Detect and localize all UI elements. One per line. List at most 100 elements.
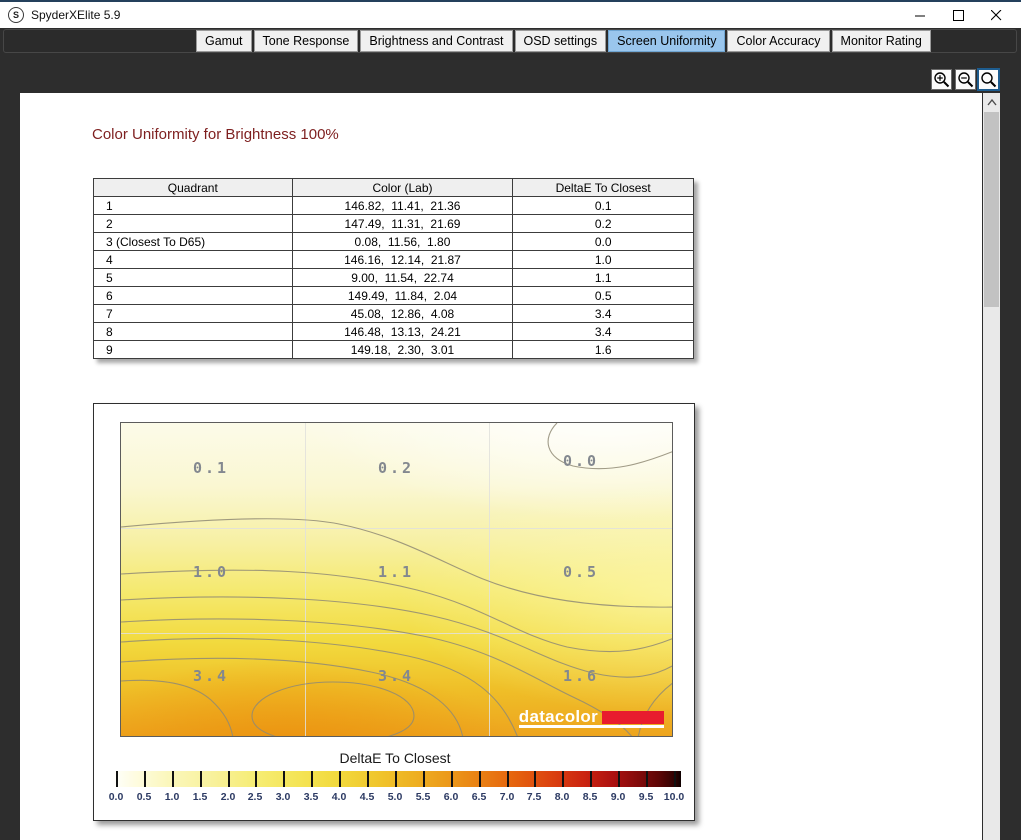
colorbar-tick-label: 4.0 [324,791,354,803]
tab-gamut[interactable]: Gamut [196,30,252,52]
cell-quadrant: 7 [94,305,293,323]
quadrant-value-label: 0.5 [559,563,603,581]
cell-quadrant: 9 [94,341,293,359]
colorbar-tick [395,771,397,787]
colorbar-tick [618,771,620,787]
colorbar-tick [562,771,564,787]
colorbar-tick-label: 5.0 [380,791,410,803]
cell-lab: 45.08, 12.86, 4.08 [292,305,513,323]
table-row: 6 149.49, 11.84, 2.04 0.5 [94,287,694,305]
colorbar-tick [200,771,202,787]
contour-plot: 0.1 0.2 0.0 1.0 1.1 0.5 3.4 3.4 1.6 data… [120,422,673,737]
colorbar-tick [255,771,257,787]
cell-quadrant: 6 [94,287,293,305]
colorbar-tick-label: 7.0 [492,791,522,803]
colorbar-tick-label: 0.5 [129,791,159,803]
colorbar-tick-label: 6.0 [436,791,466,803]
datacolor-logo-text: datacolor [519,709,598,724]
quadrant-value-label: 1.1 [374,563,418,581]
colorbar-tick [367,771,369,787]
cell-lab: 146.16, 12.14, 21.87 [292,251,513,269]
scrollbar-thumb[interactable] [984,112,999,307]
datacolor-logo: datacolor [519,709,664,728]
cell-delta: 3.4 [513,305,694,323]
colorbar-tick [590,771,592,787]
close-icon [991,10,1002,21]
cell-delta: 0.5 [513,287,694,305]
cell-lab: 146.48, 13.13, 24.21 [292,323,513,341]
colorbar-tick-label: 2.5 [240,791,270,803]
cell-delta: 1.6 [513,341,694,359]
cell-lab: 9.00, 11.54, 22.74 [292,269,513,287]
titlebar: S SpyderXElite 5.9 [0,0,1021,28]
app-logo-icon: S [8,7,24,23]
colorbar-tick-label: 3.0 [268,791,298,803]
minimize-button[interactable] [901,2,939,28]
window-title: SpyderXElite 5.9 [31,8,120,22]
colorbar-tick-label: 9.5 [631,791,661,803]
table-row: 1 146.82, 11.41, 21.36 0.1 [94,197,694,215]
colorbar-tick [534,771,536,787]
quadrant-value-label: 1.6 [559,667,603,685]
tab-brightness-and-contrast[interactable]: Brightness and Contrast [360,30,512,52]
maximize-icon [953,10,964,21]
quadrant-value-label: 0.0 [559,452,603,470]
colorbar-tick-label: 0.0 [101,791,131,803]
cell-delta: 0.0 [513,233,694,251]
colorbar-tick [228,771,230,787]
colorbar-tick-label: 4.5 [352,791,382,803]
cell-delta: 1.1 [513,269,694,287]
colorbar-tick [144,771,146,787]
table-row: 7 45.08, 12.86, 4.08 3.4 [94,305,694,323]
zoom-out-button[interactable] [955,69,976,90]
colorbar-tick [646,771,648,787]
quadrant-value-label: 0.1 [189,459,233,477]
tab-tone-response[interactable]: Tone Response [254,30,359,52]
cell-delta: 0.1 [513,197,694,215]
colorbar-title: DeltaE To Closest [94,750,696,766]
cell-quadrant: 5 [94,269,293,287]
maximize-button[interactable] [939,2,977,28]
table-row: 2 147.49, 11.31, 21.69 0.2 [94,215,694,233]
cell-lab: 146.82, 11.41, 21.36 [292,197,513,215]
tab-screen-uniformity[interactable]: Screen Uniformity [608,30,725,52]
colorbar-tick-label: 6.5 [464,791,494,803]
quadrant-value-label: 0.2 [374,459,418,477]
col-header-deltae: DeltaE To Closest [513,179,694,197]
colorbar-tick [311,771,313,787]
window-controls [901,2,1015,28]
table-row: 3 (Closest To D65) 0.08, 11.56, 1.80 0.0 [94,233,694,251]
quadrant-value-label: 3.4 [374,667,418,685]
zoom-in-button[interactable] [931,69,952,90]
zoom-in-icon [933,71,950,88]
table-row: 8 146.48, 13.13, 24.21 3.4 [94,323,694,341]
cell-lab: 147.49, 11.31, 21.69 [292,215,513,233]
quadrant-value-label: 1.0 [189,563,233,581]
cell-quadrant: 8 [94,323,293,341]
zoom-out-icon [957,71,974,88]
colorbar-gradient [111,771,681,787]
cell-lab: 149.18, 2.30, 3.01 [292,341,513,359]
cell-quadrant: 3 (Closest To D65) [94,233,293,251]
scroll-up-button[interactable] [983,93,1000,110]
col-header-quadrant: Quadrant [94,179,293,197]
table-row: 9 149.18, 2.30, 3.01 1.6 [94,341,694,359]
colorbar-tick-label: 8.0 [547,791,577,803]
cell-quadrant: 4 [94,251,293,269]
zoom-select-icon [980,71,997,88]
colorbar-tick [507,771,509,787]
tab-color-accuracy[interactable]: Color Accuracy [727,30,829,52]
vertical-scrollbar[interactable] [983,93,1000,840]
colorbar-tick [339,771,341,787]
page-title: Color Uniformity for Brightness 100% [92,126,339,143]
datacolor-logo-bar [602,711,664,724]
zoom-select-button[interactable] [977,68,1000,91]
cell-delta: 3.4 [513,323,694,341]
tab-osd-settings[interactable]: OSD settings [515,30,607,52]
colorbar-tick-label: 2.0 [213,791,243,803]
cell-lab: 149.49, 11.84, 2.04 [292,287,513,305]
colorbar-tick-label: 1.5 [185,791,215,803]
colorbar-tick-label: 7.5 [519,791,549,803]
close-button[interactable] [977,2,1015,28]
tab-monitor-rating[interactable]: Monitor Rating [832,30,931,52]
